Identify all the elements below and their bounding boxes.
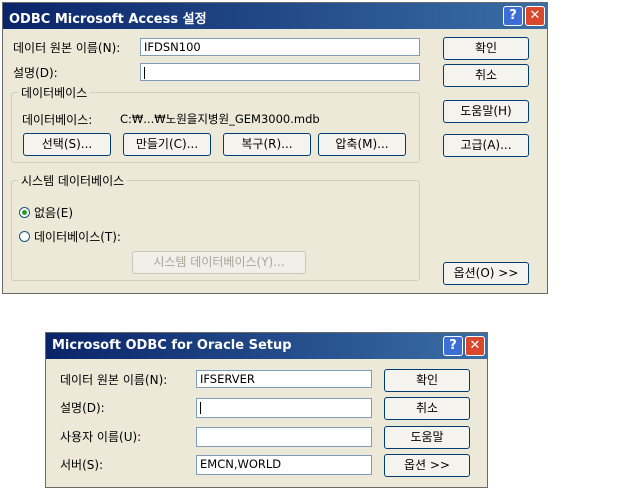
advanced-button[interactable]: 고급(A)... [443,134,529,157]
system-database-button[interactable]: 시스템 데이터베이스(Y)... [132,251,306,274]
ok-button[interactable]: 확인 [384,369,470,392]
oracle-dialog-title: Microsoft ODBC for Oracle Setup [52,338,292,353]
server-input[interactable]: EMCN,WORLD [196,455,372,475]
database-group: 데이터베이스 데이터베이스: C:₩...₩노원을지병원_GEM3000.mdb… [11,84,420,163]
compact-database-button[interactable]: 압축(M)... [318,133,406,156]
database-group-title: 데이터베이스 [18,84,91,101]
description-label: 설명(D): [60,401,105,415]
radio-none-label[interactable]: 없음(E) [34,204,73,221]
text-caret [200,401,201,414]
dsn-input[interactable]: IFDSN100 [140,38,420,56]
help-button[interactable]: 도움말(H) [443,100,529,123]
description-label: 설명(D): [13,66,58,80]
select-database-button[interactable]: 선택(S)... [23,133,111,156]
oracle-setup-dialog: Microsoft ODBC for Oracle Setup ? ✕ 데이터 … [45,332,488,488]
dsn-label: 데이터 원본 이름(N): [60,373,168,387]
dsn-label: 데이터 원본 이름(N): [13,41,121,55]
access-dialog-titlebar[interactable]: ODBC Microsoft Access 설정 ? ✕ [3,3,547,29]
user-name-label: 사용자 이름(U): [60,430,142,444]
options-button[interactable]: 옵션(O) >> [443,262,529,285]
access-setup-dialog: ODBC Microsoft Access 설정 ? ✕ 데이터 원본 이름(N… [2,2,548,294]
ok-button[interactable]: 확인 [443,37,529,60]
user-name-input[interactable] [196,427,372,447]
access-dialog-title: ODBC Microsoft Access 설정 [9,12,207,27]
radio-database-label[interactable]: 데이터베이스(T): [34,228,121,245]
text-caret [144,66,145,79]
database-path-label: 데이터베이스: [22,113,93,127]
close-icon[interactable]: ✕ [465,336,485,356]
repair-database-button[interactable]: 복구(R)... [223,133,311,156]
dsn-input[interactable]: IFSERVER [196,370,372,388]
system-database-group-title: 시스템 데이터베이스 [18,172,128,189]
system-database-group: 시스템 데이터베이스 없음(E) 데이터베이스(T): 시스템 데이터베이스(Y… [11,172,420,281]
options-button[interactable]: 옵션 >> [384,454,470,477]
description-input[interactable] [140,63,420,81]
close-icon[interactable]: ✕ [525,6,545,26]
help-button[interactable]: 도움말 [384,426,470,449]
server-label: 서버(S): [60,458,104,472]
radio-none[interactable] [19,207,30,218]
create-database-button[interactable]: 만들기(C)... [123,133,211,156]
cancel-button[interactable]: 취소 [443,64,529,87]
description-input[interactable] [196,398,372,418]
cancel-button[interactable]: 취소 [384,397,470,420]
help-icon[interactable]: ? [443,336,463,356]
database-path-value: C:₩...₩노원을지병원_GEM3000.mdb [120,112,320,126]
radio-database[interactable] [19,231,30,242]
help-icon[interactable]: ? [503,6,523,26]
oracle-dialog-titlebar[interactable]: Microsoft ODBC for Oracle Setup ? ✕ [46,333,487,359]
